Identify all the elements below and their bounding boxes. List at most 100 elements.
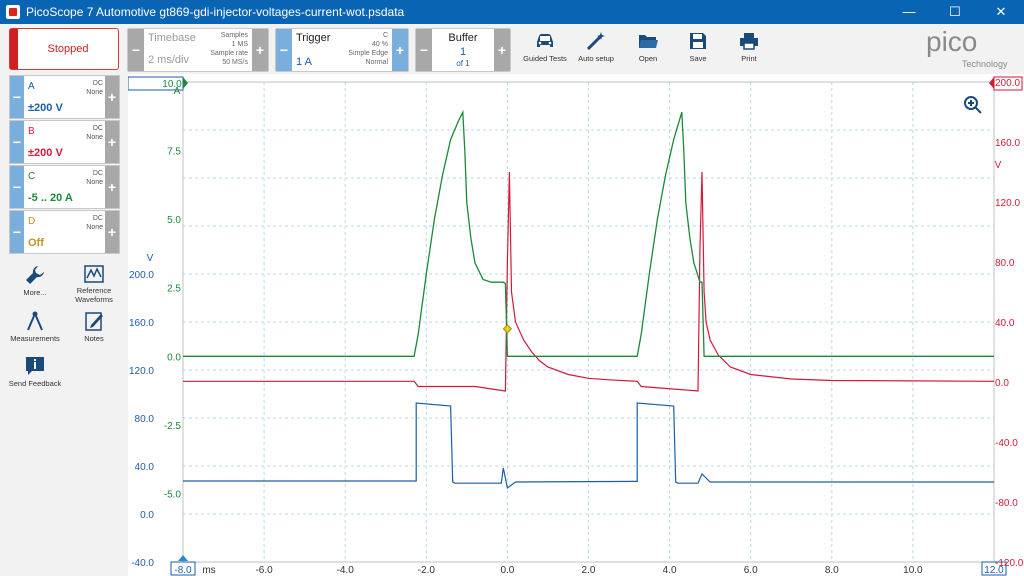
channel-a-increase-button[interactable]: +: [105, 76, 119, 118]
buffer-previous-button[interactable]: −: [416, 29, 432, 71]
trigger-threshold[interactable]: 1 A: [296, 56, 312, 68]
channel-range[interactable]: -5 .. 20 A: [28, 192, 73, 204]
reference-waveforms-label: Reference Waveforms: [75, 286, 113, 304]
print-label: Print: [741, 54, 757, 63]
channel-a-waveform: [183, 402, 994, 490]
minimize-button[interactable]: —: [886, 0, 932, 24]
send-feedback-button[interactable]: Send Feedback: [5, 355, 65, 388]
info-icon: [26, 357, 44, 375]
trigger-channel: C: [382, 32, 388, 39]
channel-a-tick-label: 120.0: [129, 366, 154, 377]
timebase-value[interactable]: 2 ms/div: [148, 54, 189, 66]
close-button[interactable]: ✕: [978, 0, 1024, 24]
channel-b-tick-label: 40.0: [995, 318, 1015, 329]
trigger-mode[interactable]: Normal: [365, 58, 388, 67]
window-title: PicoScope 7 Automotive gt869-gdi-injecto…: [26, 5, 405, 19]
channel-a-decrease-button[interactable]: −: [10, 76, 24, 118]
channel-name: C: [28, 171, 36, 182]
x-tick-label: 4.0: [663, 565, 677, 576]
trigger-type[interactable]: Simple Edge: [348, 49, 388, 58]
folder-icon: [639, 35, 658, 48]
channel-coupling[interactable]: DC None: [86, 169, 103, 187]
channel-b-decrease-button[interactable]: −: [10, 121, 24, 163]
timebase-decrease-button[interactable]: −: [128, 29, 144, 71]
picoscope-app-icon: [6, 5, 20, 19]
channel-c-panel[interactable]: − C DC None -5 .. 20 A +: [9, 165, 120, 209]
floppy-disk-icon: [690, 33, 706, 49]
channel-b-tick-label: -80.0: [995, 498, 1018, 509]
channel-c-marker-arrow[interactable]: [183, 77, 188, 89]
channel-name: B: [28, 126, 35, 137]
channel-a-tick-label: -40.0: [131, 558, 154, 569]
guided-tests-button[interactable]: Guided Tests: [519, 27, 571, 69]
trigger-increase-button[interactable]: +: [392, 29, 408, 71]
samples-value: 1 MS: [231, 41, 248, 48]
channel-range[interactable]: ±200 V: [28, 102, 63, 114]
save-button[interactable]: Save: [672, 27, 724, 69]
buffer-of: of 1: [456, 59, 470, 68]
maximize-button[interactable]: ☐: [932, 0, 978, 24]
printer-icon: [740, 33, 758, 50]
trigger-decrease-button[interactable]: −: [276, 29, 292, 71]
measurements-button[interactable]: Measurements: [5, 310, 65, 343]
channel-range[interactable]: Off: [28, 237, 44, 249]
channel-c-unit: A: [174, 86, 181, 97]
sample-rate-value: 50 MS/s: [222, 59, 248, 66]
channel-d-panel[interactable]: − D DC None Off +: [9, 210, 120, 254]
channel-a-tick-label: 0.0: [140, 510, 154, 521]
save-label: Save: [689, 54, 707, 63]
pico-technology-logo: pico Technology: [926, 27, 1008, 69]
magic-wand-icon: [586, 32, 605, 51]
channel-b-tick-label: -120.0: [995, 558, 1024, 569]
timebase-increase-button[interactable]: +: [252, 29, 268, 71]
auto-setup-button[interactable]: Auto setup: [570, 27, 622, 69]
channel-b-tick-label: 200.0: [995, 78, 1020, 89]
notes-button[interactable]: Notes: [64, 310, 124, 343]
run-stop-button[interactable]: Stopped: [9, 28, 119, 70]
channel-b-panel[interactable]: − B DC None ±200 V +: [9, 120, 120, 164]
buffer-next-button[interactable]: +: [494, 29, 510, 71]
channel-a-panel[interactable]: − A DC None ±200 V +: [9, 75, 120, 119]
channel-coupling[interactable]: DC None: [86, 124, 103, 142]
buffer-control: − Buffer 1 of 1 +: [415, 28, 511, 72]
channel-c-tick-label: 0.0: [167, 352, 181, 363]
notes-icon: [85, 312, 103, 331]
x-tick-label: 10.0: [903, 565, 923, 576]
x-start-label: -8.0: [174, 565, 192, 576]
channel-range[interactable]: ±200 V: [28, 147, 63, 159]
channel-c-decrease-button[interactable]: −: [10, 166, 24, 208]
trigger-position-marker[interactable]: [178, 555, 188, 561]
channel-b-tick-label: 160.0: [995, 138, 1020, 149]
more-tools-button[interactable]: More...: [5, 264, 65, 297]
channel-c-increase-button[interactable]: +: [105, 166, 119, 208]
channel-d-decrease-button[interactable]: −: [10, 211, 24, 253]
trigger-marker[interactable]: [502, 324, 513, 334]
notes-label: Notes: [84, 334, 104, 343]
x-tick-label: 2.0: [582, 565, 596, 576]
oscilloscope-display[interactable]: -6.0 -4.0 -2.0 0.0 2.0 4.0 6.0 8.0 10.0-8.0 ms 12.…: [128, 74, 1024, 576]
x-tick-label: 6.0: [744, 565, 758, 576]
reference-waveforms-icon: [84, 265, 104, 283]
channel-coupling[interactable]: DC None: [86, 79, 103, 97]
channel-a-unit: V: [147, 253, 154, 264]
auto-setup-label: Auto setup: [578, 54, 614, 63]
channel-b-increase-button[interactable]: +: [105, 121, 119, 163]
trigger-label: Trigger: [296, 32, 331, 44]
channel-b-tick-label: 120.0: [995, 198, 1020, 209]
open-button[interactable]: Open: [622, 27, 674, 69]
print-button[interactable]: Print: [723, 27, 775, 69]
guided-tests-label: Guided Tests: [523, 54, 567, 63]
channel-b-tick-label: 80.0: [995, 258, 1015, 269]
channel-c-tick-label: 7.5: [167, 147, 181, 158]
reference-waveforms-button[interactable]: Reference Waveforms: [64, 264, 124, 304]
channel-d-increase-button[interactable]: +: [105, 211, 119, 253]
channel-c-tick-label: 5.0: [167, 215, 181, 226]
channel-coupling[interactable]: DC None: [86, 214, 103, 232]
channel-b-marker-arrow[interactable]: [989, 77, 994, 89]
trigger-percent: 40 %: [372, 41, 388, 48]
x-tick-label: -6.0: [255, 565, 273, 576]
x-unit-label: ms: [202, 565, 215, 576]
channel-b-tick-label: -40.0: [995, 438, 1018, 449]
zoom-icon[interactable]: [964, 96, 982, 114]
run-status-label: Stopped: [47, 43, 89, 55]
